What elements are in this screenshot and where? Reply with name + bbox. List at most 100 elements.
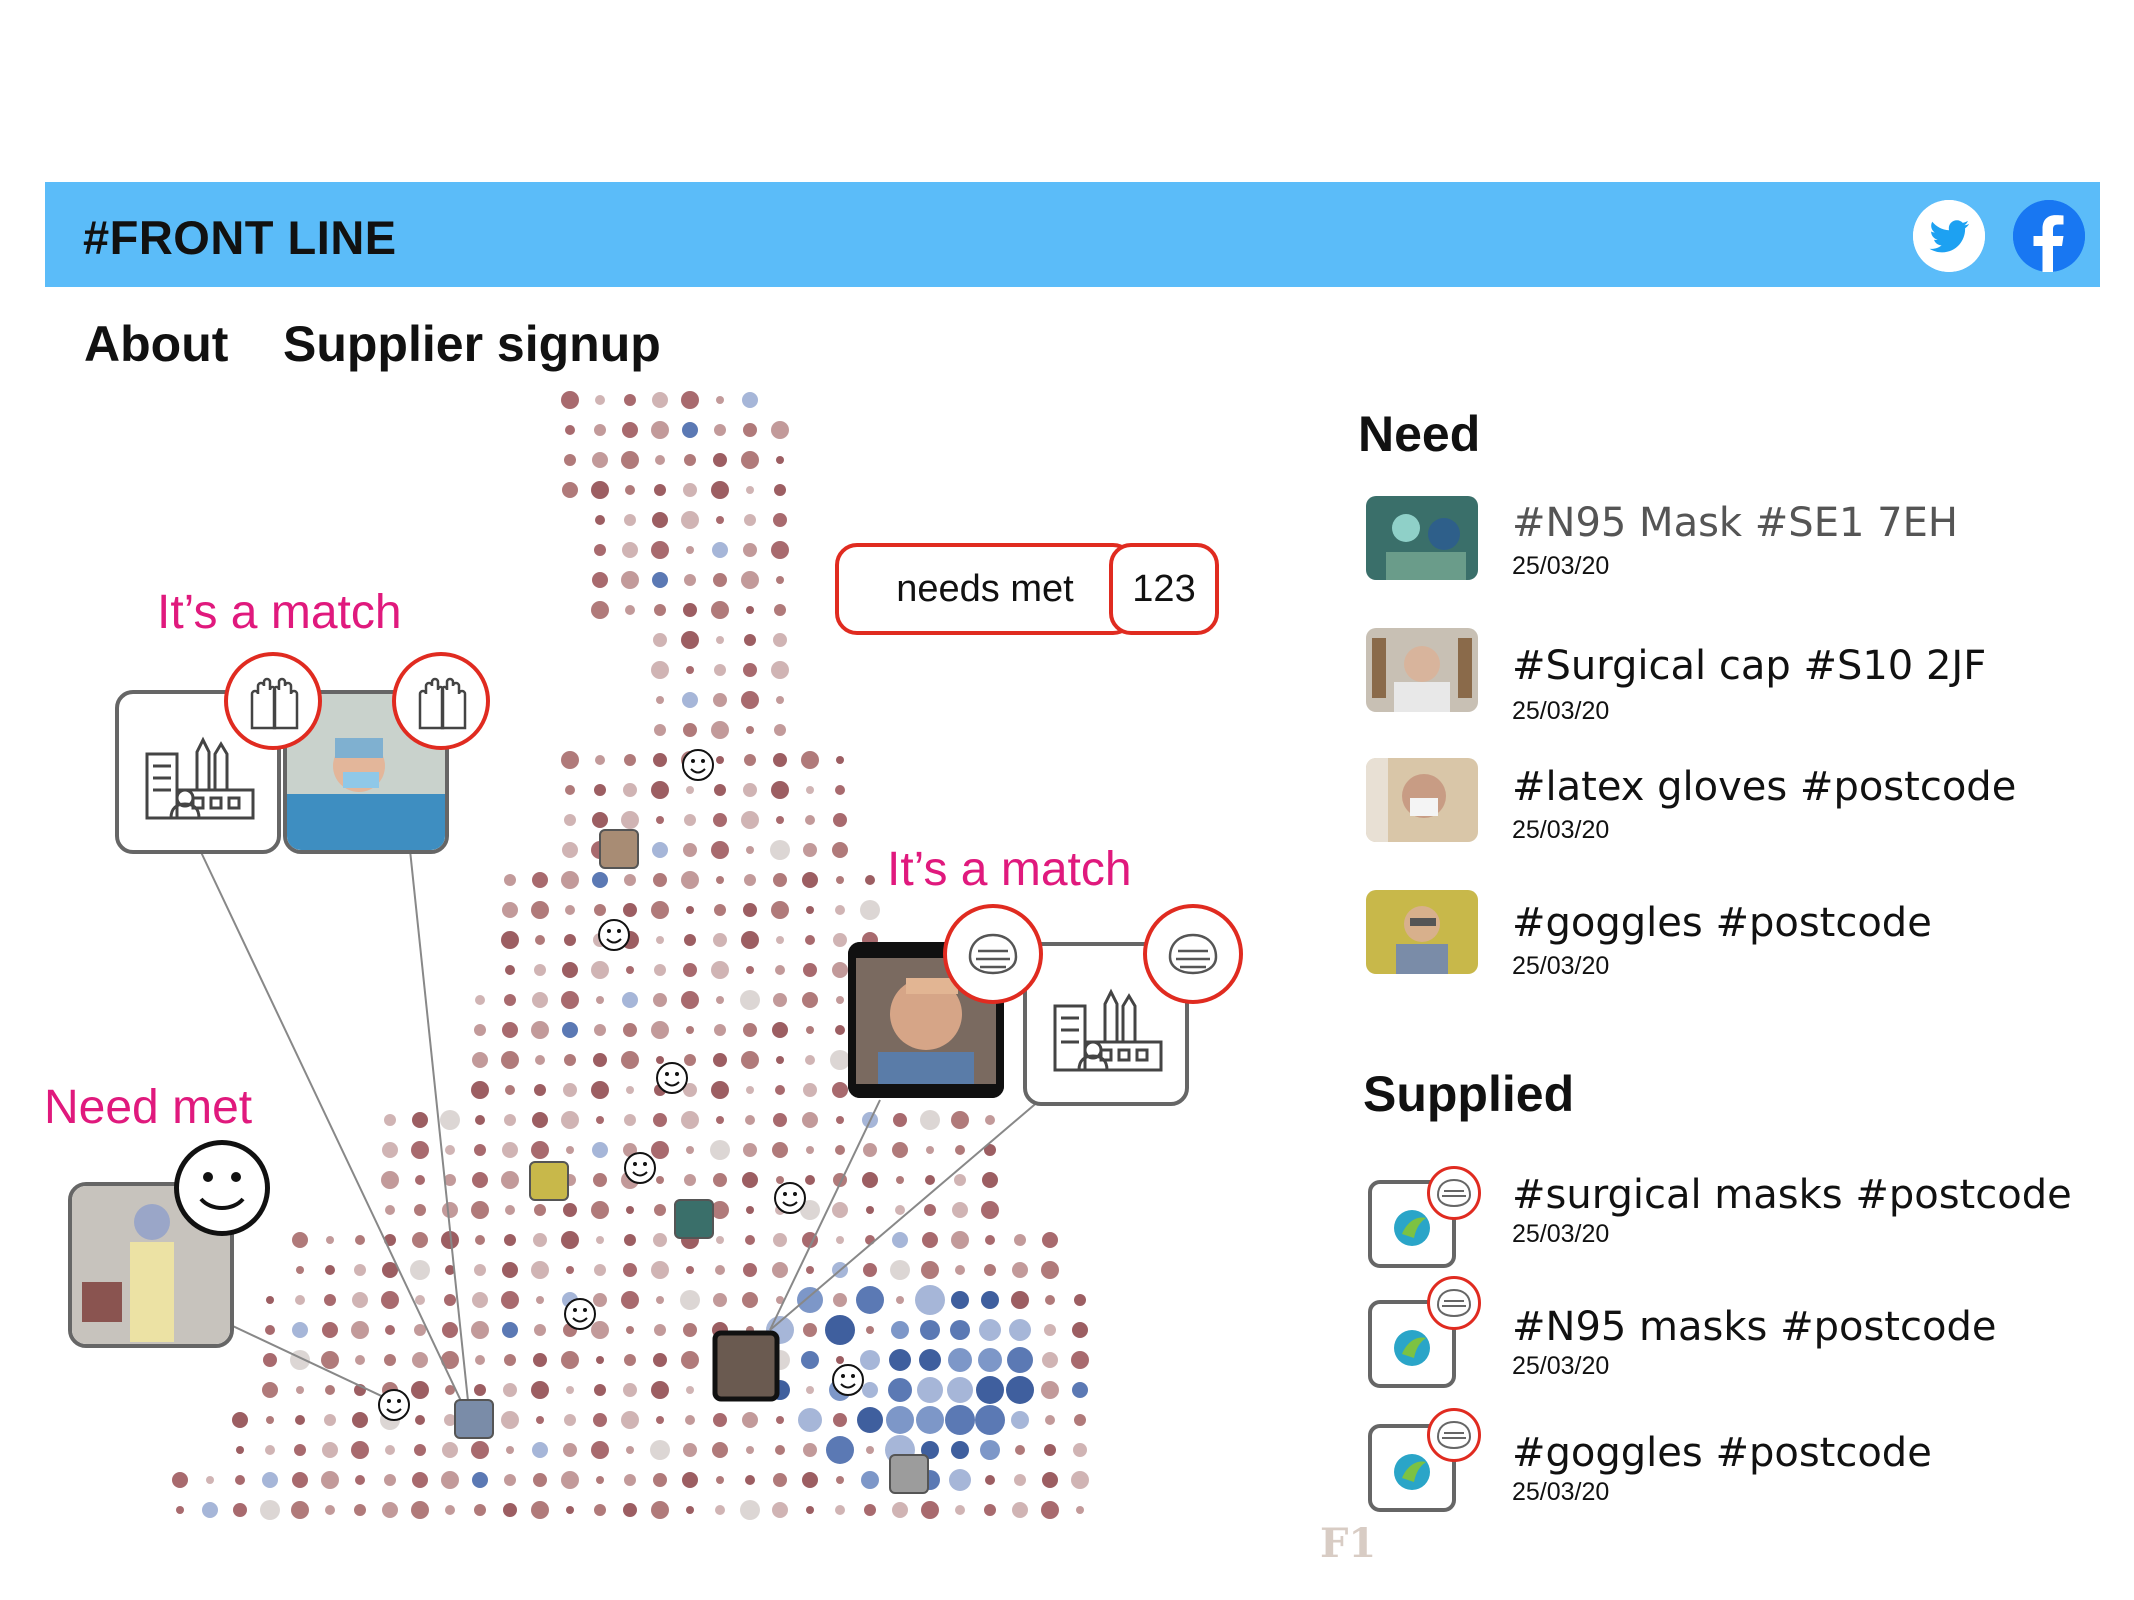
supplied-item-tag[interactable]: #goggles #postcode <box>1512 1430 1932 1476</box>
photo-marker[interactable] <box>674 1199 714 1239</box>
map-dot <box>836 1236 844 1244</box>
map-dot <box>1076 1506 1084 1514</box>
smiley-marker-icon[interactable] <box>624 1152 656 1184</box>
brand-title[interactable]: #FRONT LINE <box>83 210 397 265</box>
map-dot <box>1014 1474 1026 1486</box>
map-dot <box>654 724 666 736</box>
map-dot <box>561 871 579 889</box>
map-dot <box>411 1141 429 1159</box>
map-dot <box>591 1441 609 1459</box>
map-dot <box>684 934 696 946</box>
map-dot <box>651 421 669 439</box>
map-dot <box>803 963 817 977</box>
map-dot <box>806 786 814 794</box>
map-dot <box>504 1474 516 1486</box>
smiley-marker-icon[interactable] <box>656 1062 688 1094</box>
map-dot <box>260 1500 280 1520</box>
map-dot <box>1074 1294 1086 1306</box>
map-dot <box>382 1142 398 1158</box>
map-dot <box>683 963 697 977</box>
map-dot <box>534 1084 546 1096</box>
map-dot <box>775 1085 785 1095</box>
map-dot <box>892 1142 908 1158</box>
map-dot <box>564 1414 576 1426</box>
photo-marker[interactable] <box>889 1454 929 1494</box>
map-dot <box>655 455 665 465</box>
map-dot <box>623 1383 637 1397</box>
map-dot <box>836 756 844 764</box>
map-dot <box>925 1175 935 1185</box>
need-item-tag[interactable]: #latex gloves #postcode <box>1512 764 2016 810</box>
map-dot <box>713 1293 727 1307</box>
map-dot <box>535 1055 545 1065</box>
map-dot <box>531 901 549 919</box>
need-item-date: 25/03/20 <box>1512 952 1610 980</box>
map-dot <box>354 1264 366 1276</box>
map-dot <box>596 996 604 1004</box>
photo-marker[interactable] <box>712 1330 780 1402</box>
twitter-icon[interactable] <box>1913 200 1985 272</box>
map-dot <box>414 1324 426 1336</box>
smiley-marker-icon[interactable] <box>564 1298 596 1330</box>
map-dot <box>746 846 754 854</box>
map-dot <box>886 1406 914 1434</box>
nav-about[interactable]: About <box>84 315 228 373</box>
map-dot <box>835 1145 845 1155</box>
map-dot <box>381 1291 399 1309</box>
map-dot <box>501 1411 519 1429</box>
map-dot <box>1045 1415 1055 1425</box>
map-dot <box>805 1175 815 1185</box>
facebook-icon[interactable] <box>2013 200 2085 272</box>
match-label-right: It’s a match <box>887 843 1132 896</box>
map-dot <box>802 1112 818 1128</box>
photo-marker[interactable] <box>529 1161 569 1201</box>
map-dot <box>775 965 785 975</box>
smiley-marker-icon[interactable] <box>774 1182 806 1214</box>
map-dot <box>321 1351 339 1369</box>
map-dot <box>773 1233 787 1247</box>
map-dot <box>235 1475 245 1485</box>
need-item-thumb[interactable] <box>1366 758 1478 842</box>
map-dot <box>351 1321 369 1339</box>
map-dot <box>535 935 545 945</box>
need-item-thumb[interactable] <box>1366 890 1478 974</box>
map-dot <box>951 1441 969 1459</box>
map-dot <box>624 1354 636 1366</box>
map-dot <box>773 1113 787 1127</box>
nav-supplier-signup[interactable]: Supplier signup <box>283 315 661 373</box>
map-dot <box>716 876 724 884</box>
map-dot <box>866 1206 874 1214</box>
map-dot <box>442 1442 458 1458</box>
map-dot <box>984 1504 996 1516</box>
map-dot <box>803 1083 817 1097</box>
smiley-marker-icon[interactable] <box>378 1389 410 1421</box>
map-dot <box>774 604 786 616</box>
gloves-badge <box>224 652 322 750</box>
map-dot <box>862 1172 878 1188</box>
map-dot <box>895 1205 905 1215</box>
map-dot <box>325 1505 335 1515</box>
map-dot <box>921 1501 939 1519</box>
need-item-thumb[interactable] <box>1366 628 1478 712</box>
map-dot <box>501 1051 519 1069</box>
need-item-tag[interactable]: #N95 Mask #SE1 7EH <box>1512 500 1958 546</box>
need-item-tag[interactable]: #goggles #postcode <box>1512 900 1932 946</box>
photo-marker[interactable] <box>599 829 639 869</box>
supplied-item-tag[interactable]: #N95 masks #postcode <box>1512 1304 1996 1350</box>
photo-marker[interactable] <box>454 1399 494 1439</box>
map-dot <box>746 1206 754 1214</box>
smiley-marker-icon[interactable] <box>832 1364 864 1396</box>
smiley-marker-icon[interactable] <box>682 749 714 781</box>
map-dot <box>686 786 694 794</box>
map-dot <box>744 754 756 766</box>
smiley-marker-icon[interactable] <box>598 919 630 951</box>
map-dot <box>624 874 636 886</box>
map-dot <box>771 901 789 919</box>
map-dot <box>504 874 516 886</box>
map-dot <box>622 422 638 438</box>
map-dot <box>505 1085 515 1095</box>
need-item-thumb[interactable] <box>1366 496 1478 580</box>
supplied-item-tag[interactable]: #surgical masks #postcode <box>1512 1172 2072 1218</box>
map-dot <box>594 424 606 436</box>
need-item-tag[interactable]: #Surgical cap #S10 2JF <box>1512 643 1986 689</box>
